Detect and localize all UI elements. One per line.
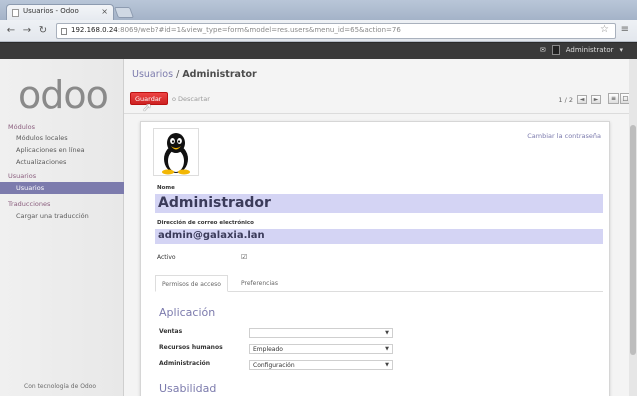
- caret-down-icon: ▼: [385, 346, 389, 352]
- chevron-down-icon: ▾: [619, 46, 623, 54]
- header-divider: [124, 113, 637, 114]
- mouse-cursor-icon: ➚: [142, 100, 153, 114]
- user-menu[interactable]: ✉ Administrator ▾: [540, 45, 623, 55]
- form-tabs: Permisos de acceso Preferencias: [155, 275, 603, 292]
- odoo-top-bar: ✉ Administrator ▾: [0, 43, 637, 59]
- section-aplicacion: Aplicación: [159, 306, 216, 319]
- list-view-icon[interactable]: ≡: [608, 93, 619, 104]
- recursos-humanos-select[interactable]: Empleado ▼: [249, 344, 393, 354]
- administracion-select[interactable]: Configuración ▼: [249, 360, 393, 370]
- caret-down-icon: ▼: [385, 362, 389, 368]
- main-content: Usuarios / Administrator Guardar o Desca…: [124, 59, 637, 396]
- sidebar-item-aplicaciones[interactable]: Aplicaciones en línea: [0, 144, 124, 156]
- sidebar-section-usuarios: Usuarios: [8, 172, 37, 180]
- sidebar: odoo Módulos Módulos locales Aplicacione…: [0, 59, 124, 396]
- forward-arrow-icon[interactable]: →: [20, 24, 34, 38]
- view-switcher: ≡ □: [608, 93, 631, 104]
- user-avatar-icon: [551, 45, 560, 55]
- page-scrollbar[interactable]: [629, 59, 637, 396]
- pager-counter: 1 / 2: [558, 95, 573, 104]
- browser-tab-title: Usuarios - Odoo: [23, 7, 79, 15]
- row-label-administracion: Administración: [159, 360, 211, 367]
- page-favicon-icon: [12, 9, 19, 17]
- page-icon: [61, 28, 67, 35]
- powered-by-link[interactable]: Con tecnología de Odoo: [24, 383, 96, 390]
- tab-permisos-de-acceso[interactable]: Permisos de acceso: [155, 275, 228, 292]
- tux-penguin-icon: [162, 133, 190, 175]
- new-tab-button[interactable]: [113, 7, 135, 18]
- form-sheet: Cambiar la contraseña Nome Administrador…: [140, 121, 610, 396]
- row-label-ventas: Ventas: [159, 328, 183, 335]
- tab-preferencias[interactable]: Preferencias: [235, 275, 284, 292]
- pager-previous-button[interactable]: ◄: [577, 95, 587, 104]
- breadcrumb: Usuarios / Administrator: [132, 69, 257, 80]
- ventas-select[interactable]: ▼: [249, 328, 393, 338]
- active-checkbox[interactable]: ☑: [241, 253, 247, 261]
- breadcrumb-current: Administrator: [182, 69, 257, 80]
- email-field[interactable]: admin@galaxia.lan: [155, 229, 603, 244]
- pager: 1 / 2 ◄ ►: [558, 95, 601, 104]
- sidebar-item-cargar-traduccion[interactable]: Cargar una traducción: [0, 210, 124, 222]
- browser-menu-icon[interactable]: ≡: [621, 24, 629, 35]
- url-path: :8069/web?#id=1&view_type=form&model=res…: [117, 26, 401, 34]
- user-name: Administrator: [565, 46, 614, 54]
- sidebar-item-actualizaciones[interactable]: Actualizaciones: [0, 156, 124, 168]
- browser-toolbar: ← → ↻ 192.168.0.24:8069/web?#id=1&view_t…: [0, 20, 637, 42]
- user-avatar[interactable]: [153, 128, 199, 176]
- active-label: Activo: [157, 254, 176, 261]
- close-tab-icon[interactable]: ×: [101, 7, 108, 16]
- sidebar-section-traducciones: Traducciones: [8, 200, 51, 208]
- chat-icon[interactable]: ✉: [540, 46, 546, 54]
- url-host: 192.168.0.24: [71, 26, 118, 34]
- name-field[interactable]: Administrador: [155, 194, 603, 213]
- bookmark-star-icon[interactable]: ☆: [600, 24, 609, 35]
- odoo-logo[interactable]: odoo: [18, 73, 109, 117]
- browser-tab-bar: Usuarios - Odoo ×: [0, 0, 637, 20]
- recursos-humanos-value: Empleado: [253, 346, 283, 353]
- sidebar-item-modulos-locales[interactable]: Módulos locales: [0, 132, 124, 144]
- change-password-link[interactable]: Cambiar la contraseña: [527, 132, 601, 140]
- pager-next-button[interactable]: ►: [591, 95, 601, 104]
- row-label-recursos-humanos: Recursos humanos: [159, 344, 223, 351]
- discard-link[interactable]: o Descartar: [172, 95, 210, 103]
- browser-tab[interactable]: Usuarios - Odoo ×: [6, 4, 114, 20]
- address-bar[interactable]: 192.168.0.24:8069/web?#id=1&view_type=fo…: [56, 23, 616, 39]
- scrollbar-thumb[interactable]: [630, 125, 636, 355]
- email-label: Dirección de correo electrónico: [157, 220, 254, 226]
- reload-icon[interactable]: ↻: [36, 24, 50, 38]
- section-usabilidad: Usabilidad: [159, 382, 217, 395]
- caret-down-icon: ▼: [385, 330, 389, 336]
- breadcrumb-parent[interactable]: Usuarios: [132, 69, 173, 80]
- breadcrumb-separator: /: [176, 69, 180, 80]
- administracion-value: Configuración: [253, 362, 295, 369]
- sidebar-item-usuarios[interactable]: Usuarios: [0, 182, 124, 194]
- name-label: Nome: [157, 185, 175, 191]
- back-arrow-icon[interactable]: ←: [4, 24, 18, 38]
